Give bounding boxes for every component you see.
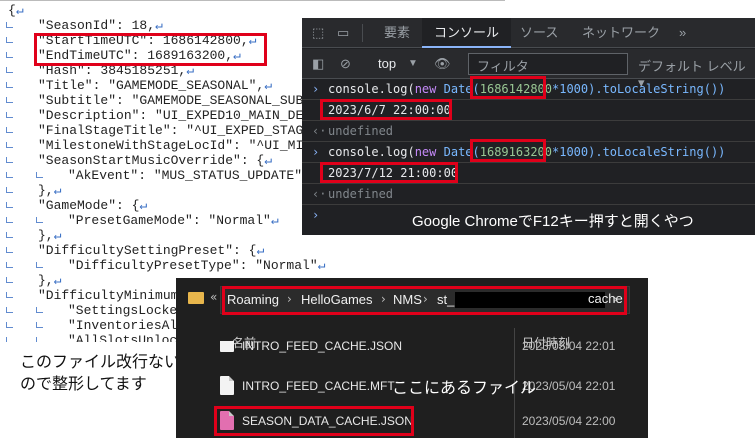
tab-marker-icon (6, 292, 13, 298)
context-dropdown-icon[interactable]: ▼ (408, 58, 418, 69)
tab-marker-icon (6, 172, 13, 178)
file-icon (220, 341, 234, 352)
tab-network[interactable]: ネットワーク (582, 18, 660, 48)
tab-marker-icon (6, 112, 13, 118)
clear-console-icon[interactable]: ⊘ (340, 56, 351, 72)
tab-marker-icon (6, 247, 13, 253)
tab-sources[interactable]: ソース (520, 18, 558, 48)
tab-marker-icon (6, 82, 13, 88)
tab-marker-icon (6, 307, 13, 313)
editor-caption: このファイル改行ない ので整形してます (20, 352, 180, 396)
tab-marker-icon (6, 127, 13, 133)
tab-marker-icon (36, 262, 43, 268)
tab-marker-icon (6, 67, 13, 73)
highlight-path (222, 286, 627, 315)
tab-marker-icon (6, 157, 13, 163)
console-toolbar: ◧ ⊘ top ▼ 👁 フィルタ デフォルト レベル ▾ (302, 49, 755, 90)
tab-marker-icon (6, 142, 13, 148)
file-row-intro-feed-json[interactable]: INTRO_FEED_CACHE.JSON 2023/05/04 22:01 (216, 341, 641, 361)
tab-marker-icon (6, 262, 13, 268)
tab-marker-icon (6, 277, 13, 283)
filter-input[interactable]: フィルタ (468, 53, 628, 75)
tab-marker-icon (6, 217, 13, 223)
overflow-chevron-icon[interactable]: « (210, 290, 217, 304)
tab-marker-icon (6, 337, 13, 342)
prompt-chevron-icon: › (312, 208, 320, 222)
tab-marker-icon (36, 172, 43, 178)
highlight-timestamp-2 (470, 139, 546, 162)
folder-icon (188, 292, 204, 304)
file-explorer: « Roaming › HelloGames › NMS › st_ › cac… (176, 278, 648, 438)
more-tabs-icon[interactable]: » (679, 18, 686, 48)
return-arrow-icon: ‹· (312, 124, 327, 138)
tab-marker-icon (6, 37, 13, 43)
tab-marker-icon (6, 187, 13, 193)
tab-marker-icon (6, 322, 13, 328)
tab-marker-icon (36, 307, 43, 313)
devtools-tab-bar: ⬚ ▭ 要素 コンソール ソース ネットワーク » (302, 18, 755, 48)
live-expression-icon[interactable]: 👁 (434, 56, 451, 72)
highlight-season-file (214, 406, 414, 436)
tab-marker-icon (6, 52, 13, 58)
sidebar-toggle-icon[interactable]: ◧ (312, 56, 324, 72)
tab-marker-icon (36, 322, 43, 328)
console-return-line-2: ‹· undefined (302, 183, 755, 205)
context-selector[interactable]: top (378, 56, 396, 71)
chrome-devtools: ⬚ ▭ 要素 コンソール ソース ネットワーク » ◧ ⊘ top ▼ 👁 フィ… (302, 18, 755, 235)
tab-marker-icon (36, 337, 43, 342)
inspect-icon[interactable]: ⬚ (312, 18, 324, 48)
tab-marker-icon (6, 97, 13, 103)
highlight-date-2 (320, 162, 458, 183)
tab-console[interactable]: コンソール (422, 18, 512, 48)
tab-marker-icon (36, 217, 43, 223)
highlight-date-1 (320, 99, 452, 120)
device-toolbar-icon[interactable]: ▭ (337, 18, 349, 48)
highlight-timestamp-1 (470, 76, 546, 99)
tab-marker-icon (6, 232, 13, 238)
devtools-caption: Google ChromeでF12キー押すと開くやつ (412, 213, 694, 230)
tab-elements[interactable]: 要素 (384, 18, 410, 48)
tab-marker-icon (6, 22, 13, 28)
prompt-chevron-icon: › (312, 145, 320, 159)
explorer-caption: ここにあるファイル (392, 380, 537, 397)
start-end-time-highlight (34, 33, 267, 66)
prompt-chevron-icon: › (312, 82, 320, 96)
tab-marker-icon (6, 202, 13, 208)
file-icon (220, 376, 234, 395)
editor-caption-line-2: ので整形してます (20, 376, 147, 393)
return-arrow-icon: ‹· (312, 187, 327, 201)
editor-caption-line-1: このファイル改行ない (20, 354, 181, 371)
